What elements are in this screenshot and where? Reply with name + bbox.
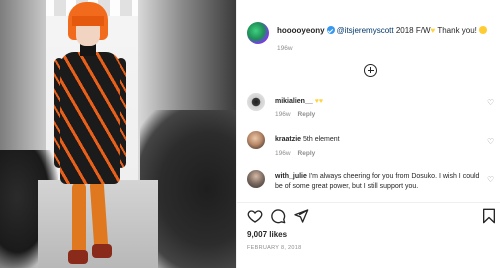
author-avatar[interactable]	[247, 22, 269, 44]
post-image[interactable]	[0, 0, 236, 268]
caption-timestamp: 196w	[277, 45, 293, 52]
like-heart-icon[interactable]	[247, 208, 263, 224]
actions-divider	[237, 202, 500, 203]
commenter-avatar[interactable]	[247, 131, 265, 149]
load-more-comments-button[interactable]	[364, 64, 377, 77]
caption-text: 2018 F/W	[393, 26, 431, 35]
comment-bubble-icon[interactable]	[270, 208, 286, 224]
reply-button[interactable]: Reply	[298, 111, 316, 118]
commenter-avatar[interactable]	[247, 170, 265, 188]
comment-timestamp: 196w	[275, 150, 291, 157]
caption-tail: Thank you!	[435, 26, 477, 35]
save-bookmark-icon[interactable]	[481, 208, 497, 224]
runway-model	[54, 2, 134, 268]
post-date: FEBRUARY 8, 2018	[247, 245, 302, 251]
author-username[interactable]: hooooyeony	[277, 26, 325, 35]
commenter-username[interactable]: kraatzie	[275, 136, 301, 143]
share-paper-plane-icon[interactable]	[293, 208, 309, 224]
logo-sweater-dress	[60, 52, 120, 184]
commenter-avatar[interactable]	[247, 93, 265, 111]
post-actions-bar	[247, 208, 497, 224]
comment-timestamp: 196w	[275, 111, 291, 118]
yellow-hearts-emoji-icon: ♥♥	[314, 98, 324, 105]
verified-badge-icon	[326, 26, 335, 34]
post-details-panel: hooooyeony @itsjeremyscott 2018 F/W♥ Than…	[236, 0, 500, 268]
comment-like-heart-icon[interactable]: ♡	[487, 99, 495, 107]
likes-count[interactable]: 9,007 likes	[247, 230, 287, 239]
comment-like-heart-icon[interactable]: ♡	[487, 176, 495, 184]
smile-emoji-icon	[479, 26, 488, 34]
caption-mention[interactable]: @itsjeremyscott	[337, 26, 394, 35]
comment-like-heart-icon[interactable]: ♡	[487, 138, 495, 146]
post-caption: hooooyeony @itsjeremyscott 2018 F/W♥ Than…	[277, 25, 497, 37]
commenter-username[interactable]: mikialien__	[275, 98, 313, 105]
commenter-username[interactable]: with_julie	[275, 173, 307, 180]
comment-text: 5th element	[303, 136, 340, 143]
reply-button[interactable]: Reply	[298, 150, 316, 157]
